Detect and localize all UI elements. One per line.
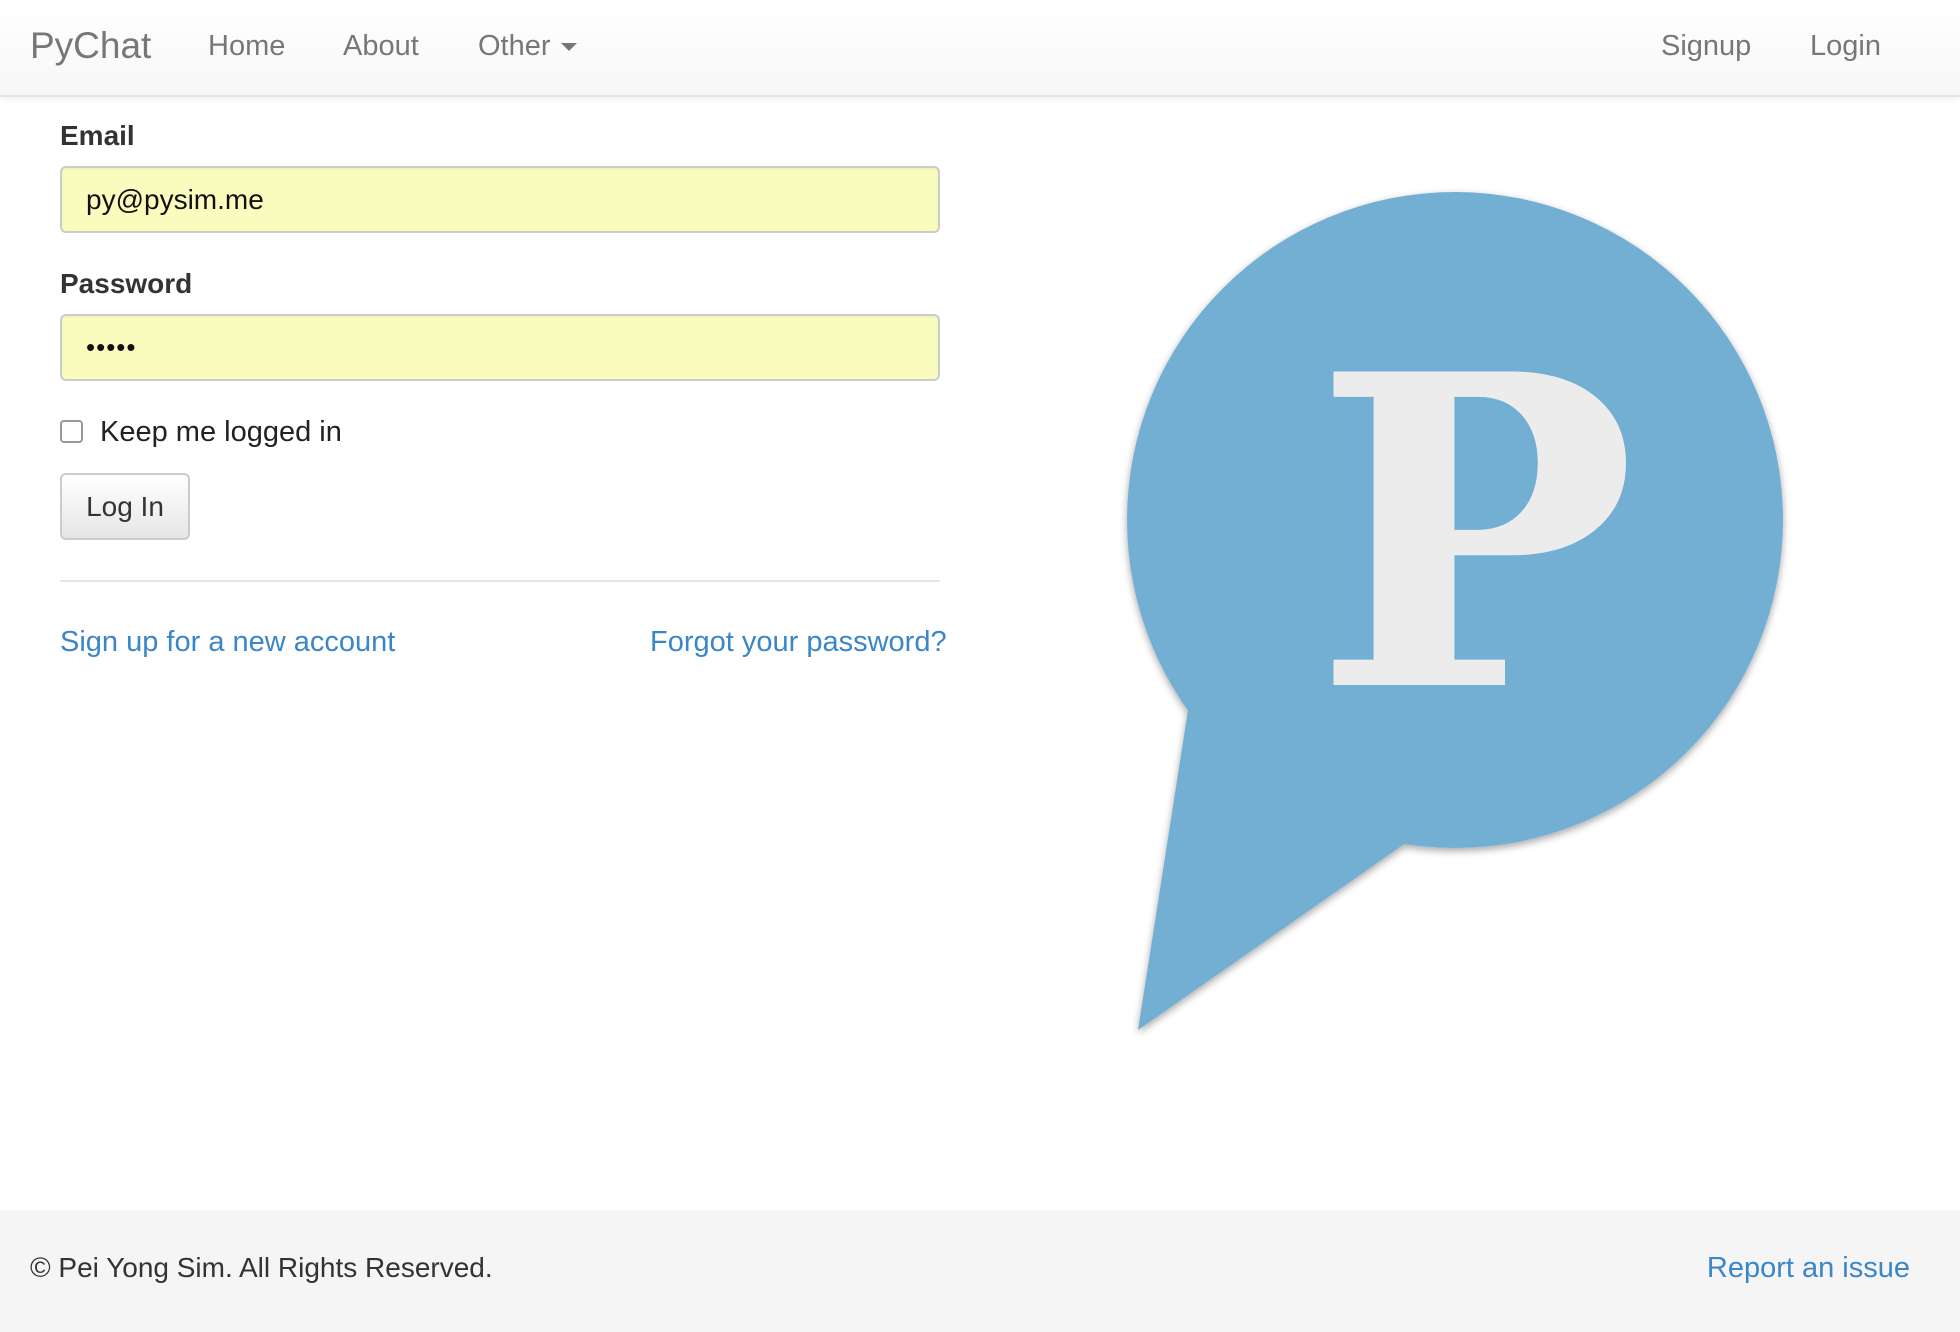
nav-signup-link[interactable]: Signup — [1661, 26, 1751, 66]
log-in-button[interactable]: Log In — [60, 473, 190, 540]
nav-other-dropdown[interactable]: Other — [478, 26, 577, 66]
remember-me-checkbox[interactable] — [60, 420, 83, 443]
caret-down-icon — [560, 43, 577, 52]
nav-home-link[interactable]: Home — [208, 26, 285, 66]
brand-logo-link[interactable]: PyChat — [30, 22, 151, 70]
footer: © Pei Yong Sim. All Rights Reserved. Rep… — [0, 1210, 1960, 1332]
email-label: Email — [60, 120, 135, 151]
signup-account-link[interactable]: Sign up for a new account — [60, 624, 395, 660]
password-label: Password — [60, 268, 193, 299]
pychat-logo-icon: P — [1127, 192, 1783, 1030]
logo-letter: P — [1313, 282, 1636, 787]
form-divider — [60, 580, 940, 582]
navbar: PyChat Home About Other Signup Login — [0, 0, 1960, 97]
copyright-text: © Pei Yong Sim. All Rights Reserved. — [30, 1252, 493, 1283]
report-issue-link[interactable]: Report an issue — [1707, 1250, 1910, 1286]
email-field[interactable] — [60, 166, 940, 233]
nav-login-link[interactable]: Login — [1810, 26, 1881, 66]
forgot-password-link[interactable]: Forgot your password? — [650, 624, 947, 660]
nav-about-link[interactable]: About — [343, 26, 419, 66]
password-field[interactable]: ••••• — [60, 314, 940, 381]
remember-me-label[interactable]: Keep me logged in — [100, 414, 342, 450]
nav-other-label: Other — [478, 30, 551, 62]
